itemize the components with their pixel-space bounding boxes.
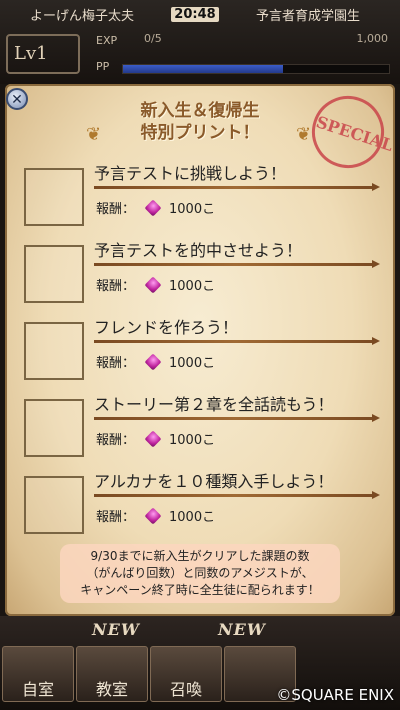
- stat-value: 1,000: [356, 32, 389, 45]
- task-rule: [94, 414, 380, 422]
- reward-amount: 1000こ: [169, 433, 216, 448]
- bottom-navigation: NEW NEW 自室 教室 召喚 ©SQUARE ENIX: [0, 616, 400, 710]
- task-rule: [94, 337, 380, 345]
- task-rule: [94, 491, 380, 499]
- school-name: 予言者育成学園生: [255, 8, 360, 24]
- task-title: アルカナを１０種類入手しよう！: [94, 472, 334, 491]
- copyright: ©SQUARE ENIX: [276, 686, 394, 704]
- task-checkbox: [24, 476, 84, 534]
- new-badge: NEW: [218, 620, 266, 639]
- close-icon: ✕: [11, 92, 23, 108]
- task-reward: 報酬： 1000こ: [96, 275, 215, 294]
- exp-row: EXP 0/5 1,000: [96, 32, 390, 50]
- nav-classroom[interactable]: 教室: [76, 646, 148, 702]
- task-item: フレンドを作ろう！ 報酬： 1000こ: [24, 314, 380, 388]
- level-indicator: Lv1: [6, 34, 80, 74]
- amethyst-icon: [144, 430, 162, 447]
- reward-amount: 1000こ: [169, 279, 216, 294]
- amethyst-icon: [144, 199, 162, 216]
- top-status-bar: よーげん梅子太夫 20:48 予言者育成学園生 Lv1 EXP 0/5 1,00…: [0, 0, 400, 84]
- amethyst-icon: [144, 353, 162, 370]
- task-checkbox: [24, 245, 84, 303]
- user-name: よーげん梅子太夫: [30, 8, 135, 24]
- reward-amount: 1000こ: [169, 202, 216, 217]
- exp-label: EXP: [96, 34, 118, 47]
- amethyst-icon: [144, 507, 162, 524]
- task-checkbox: [24, 399, 84, 457]
- reward-label: 報酬：: [96, 279, 136, 294]
- nav-summon[interactable]: 召喚: [150, 646, 222, 702]
- campaign-notice: 9/30までに新入生がクリアした課題の数 （がんばり回数）と同数のアメジストが、…: [60, 544, 340, 603]
- reward-label: 報酬：: [96, 202, 136, 217]
- reward-label: 報酬：: [96, 356, 136, 371]
- amethyst-icon: [144, 276, 162, 293]
- task-reward: 報酬： 1000こ: [96, 506, 215, 525]
- task-item: 予言テストに挑戦しよう！ 報酬： 1000こ: [24, 160, 380, 234]
- task-reward: 報酬： 1000こ: [96, 352, 215, 371]
- task-reward: 報酬： 1000こ: [96, 429, 215, 448]
- task-title: フレンドを作ろう！: [94, 318, 239, 337]
- status-line: よーげん梅子太夫 20:48 予言者育成学園生: [30, 4, 360, 24]
- task-rule: [94, 183, 380, 191]
- ornament-right-icon: ❦: [296, 124, 312, 145]
- dialog-title: 新入生＆復帰生 特別プリント！: [100, 100, 300, 144]
- pp-bar: [122, 64, 390, 74]
- title-line-1: 新入生＆復帰生: [140, 101, 260, 121]
- reward-label: 報酬：: [96, 510, 136, 525]
- task-item: 予言テストを的中させよう！ 報酬： 1000こ: [24, 237, 380, 311]
- task-title: ストーリー第２章を全話読もう！: [94, 395, 334, 414]
- pp-label: PP: [96, 60, 110, 73]
- title-line-2: 特別プリント！: [140, 123, 260, 143]
- notice-line-2: （がんばり回数）と同数のアメジストが、: [86, 566, 314, 580]
- task-title: 予言テストに挑戦しよう！: [94, 164, 287, 183]
- close-button[interactable]: ✕: [6, 88, 28, 110]
- task-checkbox: [24, 322, 84, 380]
- task-item: ストーリー第２章を全話読もう！ 報酬： 1000こ: [24, 391, 380, 465]
- task-title: 予言テストを的中させよう！: [94, 241, 303, 260]
- task-item: アルカナを１０種類入手しよう！ 報酬： 1000こ: [24, 468, 380, 542]
- new-badge: NEW: [92, 620, 140, 639]
- ornament-left-icon: ❦: [86, 124, 102, 145]
- notice-line-3: キャンペーン終了時に全生徒に配られます！: [80, 583, 320, 597]
- reward-label: 報酬：: [96, 433, 136, 448]
- pp-row: PP: [96, 60, 390, 76]
- exp-value: 0/5: [144, 32, 162, 45]
- reward-amount: 1000こ: [169, 510, 216, 525]
- notice-line-1: 9/30までに新入生がクリアした課題の数: [90, 549, 310, 563]
- task-rule: [94, 260, 380, 268]
- task-checkbox: [24, 168, 84, 226]
- task-reward: 報酬： 1000こ: [96, 198, 215, 217]
- reward-amount: 1000こ: [169, 356, 216, 371]
- clock: 20:48: [171, 6, 219, 22]
- nav-my-room[interactable]: 自室: [2, 646, 74, 702]
